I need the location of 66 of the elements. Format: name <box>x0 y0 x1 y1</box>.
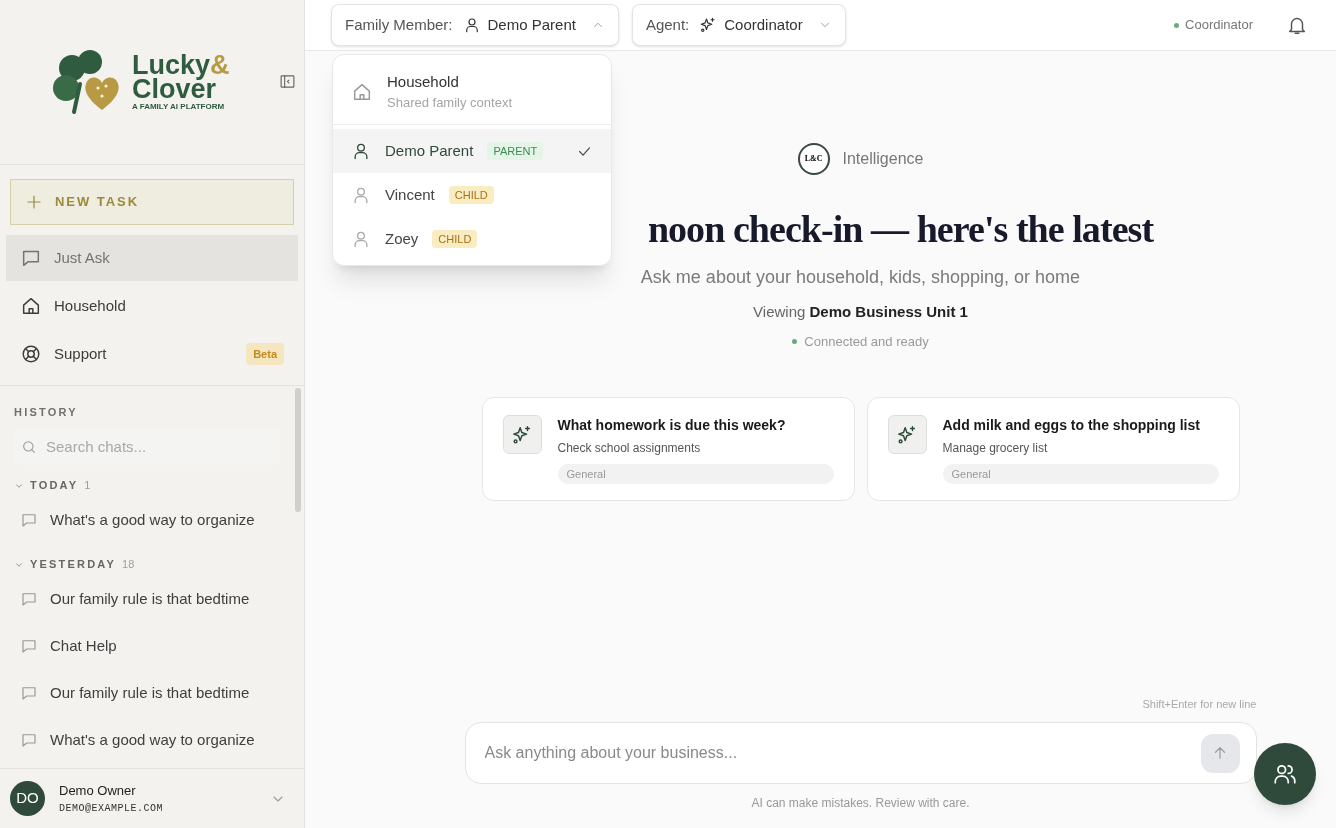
viewing-context: Viewing Demo Business Unit 1 <box>753 302 968 322</box>
brand-badge: L&C <box>797 143 830 175</box>
menu-item-label: Household <box>387 71 460 92</box>
user-name: Demo Owner <box>59 782 137 801</box>
collapse-sidebar-button[interactable] <box>279 72 296 90</box>
menu-item[interactable]: Demo Parent PARENT <box>333 129 611 173</box>
beta-badge: Beta <box>246 342 284 366</box>
family-panel-button[interactable] <box>1254 743 1316 805</box>
logo-ampersand: & <box>210 53 230 77</box>
keyboard-hint: Shift+Enter for new line <box>1142 696 1257 712</box>
chat-history-item[interactable]: Chat Help <box>14 622 280 670</box>
group-count: 18 <box>122 557 135 573</box>
chat-bubble-icon <box>20 684 38 702</box>
family-member-selector[interactable]: Family Member: Demo Parent <box>331 4 619 46</box>
sparkle-icon <box>699 16 718 34</box>
role-badge: CHILD <box>432 229 478 249</box>
chat-bubble-icon <box>20 637 38 655</box>
sidebar-nav-item[interactable]: Household <box>6 283 298 329</box>
category-tag: General <box>942 464 1219 484</box>
history-group-toggle[interactable]: TODAY <box>14 477 79 494</box>
search-icon <box>21 438 37 455</box>
role-badge: PARENT <box>487 141 544 161</box>
logo-tagline: A FAMILY AI PLATFORM <box>132 103 226 111</box>
logo-wordmark: Clover <box>132 77 218 101</box>
history-group-toggle[interactable]: YESTERDAY <box>14 556 117 573</box>
user-email: DEMO@EXAMPLE.COM <box>59 801 163 816</box>
plus-icon <box>25 193 43 211</box>
chat-history-item[interactable]: Our family rule is that bedtime <box>14 575 280 623</box>
menu-item[interactable]: Vincent CHILD <box>333 173 611 217</box>
agent-status-label: Coordinator <box>1185 16 1253 35</box>
chat-history-item[interactable]: What's a good way to organize <box>14 716 280 764</box>
subtitle: Ask me about your household, kids, shopping, or home <box>640 266 1081 289</box>
agent-selector[interactable]: Agent: Coordinator <box>631 4 846 46</box>
message-input[interactable]: Ask anything about your business... <box>484 741 1201 765</box>
chat-bubble-icon <box>20 731 38 749</box>
sidebar-nav-item[interactable]: Just Ask <box>6 235 298 281</box>
chat-history-item[interactable]: What's a good way to organize <box>14 496 280 544</box>
menu-item[interactable]: Household Shared family context <box>333 59 611 125</box>
chat-bubble-icon <box>20 511 38 529</box>
user-avatar: DO <box>10 781 45 816</box>
lifebuoy-icon <box>20 343 42 365</box>
connection-status: Connected and ready <box>804 332 929 351</box>
suggestion-title: Add milk and eggs to the shopping list <box>942 416 1201 435</box>
history-heading: HISTORY <box>14 405 79 420</box>
menu-item-description: Shared family context <box>387 94 512 112</box>
scrollbar-thumb[interactable] <box>295 388 301 512</box>
category-tag: General <box>557 464 834 484</box>
message-composer[interactable]: Ask anything about your business... <box>464 722 1257 784</box>
suggestion-title: What homework is due this week? <box>557 416 787 435</box>
sparkle-icon <box>511 423 533 446</box>
role-badge: CHILD <box>448 185 494 205</box>
suggestion-card[interactable]: Add milk and eggs to the shopping list Manage grocery list General <box>866 397 1240 501</box>
sparkle-icon <box>896 423 918 446</box>
greeting-heading: noon check-in — here's the latest <box>647 207 1154 252</box>
brand-label: Intelligence <box>842 149 924 169</box>
chat-history-item[interactable]: Our family rule is that bedtime <box>14 669 280 717</box>
menu-item[interactable]: Zoey CHILD <box>333 217 611 261</box>
group-count: 1 <box>84 478 91 494</box>
sidebar-nav-item[interactable]: Support Beta <box>6 331 298 377</box>
home-icon <box>20 295 42 317</box>
chat-bubble-icon <box>20 590 38 608</box>
sidebar-collapse-icon <box>279 72 296 90</box>
suggestion-subtitle: Check school assignments <box>557 440 702 457</box>
suggestion-subtitle: Manage grocery list <box>942 440 1049 457</box>
suggestion-card[interactable]: What homework is due this week? Check school assignments General <box>481 397 855 501</box>
disclaimer: AI can make mistakes. Review with care. <box>751 795 970 812</box>
